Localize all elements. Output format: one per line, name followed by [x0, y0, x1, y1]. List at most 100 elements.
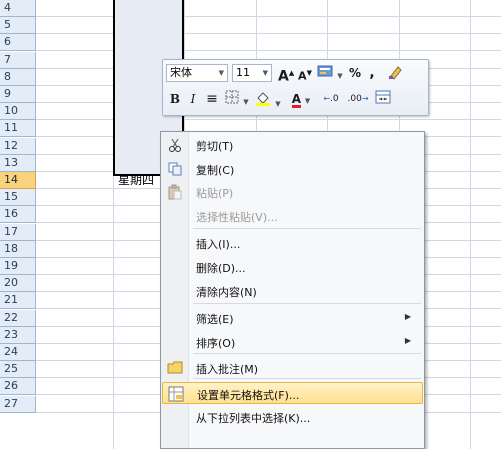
- menu-item[interactable]: 删除(D)...: [162, 256, 423, 278]
- font-name-value: 宋体: [170, 66, 192, 79]
- comma-icon: ,: [369, 65, 375, 81]
- menu-item-label: 选择性粘贴(V)...: [196, 211, 278, 224]
- font-name-combo[interactable]: 宋体 ▼: [166, 64, 228, 82]
- menu-item[interactable]: 插入(I)...: [162, 232, 423, 254]
- row-header[interactable]: 24: [0, 344, 36, 361]
- menu-item[interactable]: 剪切(T): [162, 134, 423, 156]
- context-menu: 剪切(T) 复制(C) 粘贴(P) 选择性粘贴(V)... 插入(I)... 删除(D).…: [160, 131, 425, 449]
- submenu-arrow-icon: ▶: [404, 336, 411, 345]
- row-header[interactable]: 8: [0, 69, 36, 86]
- comma-style-button[interactable]: ,: [366, 64, 378, 82]
- row-header[interactable]: 21: [0, 292, 36, 309]
- shrink-font-icon: A: [298, 69, 307, 83]
- menu-item[interactable]: 从下拉列表中选择(K)...: [162, 406, 423, 428]
- align-center-icon: ≡: [206, 91, 218, 107]
- chevron-down-icon[interactable]: ▼: [263, 65, 268, 81]
- chevron-down-icon[interactable]: ▼: [337, 72, 342, 80]
- format-painter-button[interactable]: [386, 64, 404, 82]
- shrink-font-button[interactable]: A▼: [297, 64, 313, 83]
- percent-style-button[interactable]: %: [348, 64, 362, 82]
- fill-color-icon: [256, 92, 271, 106]
- row-header[interactable]: 17: [0, 224, 36, 241]
- merge-cells-icon: [375, 90, 391, 104]
- font-color-button[interactable]: A ▼: [287, 90, 315, 108]
- row-header[interactable]: 6: [0, 34, 36, 51]
- bold-button[interactable]: B: [168, 90, 182, 108]
- row-header[interactable]: 12: [0, 138, 36, 155]
- row-header[interactable]: 19: [0, 258, 36, 275]
- format-painter-icon: [389, 66, 402, 80]
- font-color-icon: A: [291, 92, 302, 108]
- chevron-down-icon[interactable]: ▼: [305, 97, 310, 105]
- menu-item[interactable]: 筛选(E) ▶: [162, 307, 423, 329]
- format-cells-icon: [168, 386, 184, 402]
- row-header[interactable]: 4: [0, 0, 36, 17]
- borders-icon: [225, 90, 239, 104]
- row-gridline: [36, 16, 501, 17]
- format-style-icon: [317, 65, 333, 77]
- row-header[interactable]: 22: [0, 310, 36, 327]
- chevron-down-icon[interactable]: ▼: [243, 98, 248, 106]
- merge-center-button[interactable]: [374, 90, 392, 108]
- menu-item-label: 复制(C): [196, 164, 235, 177]
- menu-item-label: 插入批注(M): [196, 363, 259, 376]
- menu-item: 选择性粘贴(V)...: [162, 205, 423, 227]
- mini-toolbar: 宋体 ▼ 11 ▼ A▲ A▼ ▼ % , B I ≡ ▼ ▼ A ▼ ←.0 …: [162, 59, 429, 116]
- row-header[interactable]: 14: [0, 172, 36, 189]
- menu-item-label: 插入(I)...: [196, 238, 241, 251]
- increase-decimal-label: .0: [330, 94, 339, 104]
- format-style-button[interactable]: ▼: [317, 64, 343, 82]
- menu-item[interactable]: 插入批注(M): [162, 357, 423, 379]
- increase-decimal-button[interactable]: ←.0: [320, 90, 342, 108]
- grow-font-icon: A: [278, 68, 289, 85]
- row-header[interactable]: 26: [0, 378, 36, 395]
- center-align-button[interactable]: ≡: [204, 90, 220, 108]
- menu-item[interactable]: 排序(O) ▶: [162, 331, 423, 353]
- paste-icon: [167, 184, 183, 200]
- fill-color-button[interactable]: ▼: [254, 90, 282, 108]
- menu-separator: [193, 303, 421, 304]
- submenu-arrow-icon: ▶: [404, 312, 411, 321]
- row-gridline: [36, 119, 501, 120]
- italic-button[interactable]: I: [186, 90, 200, 108]
- italic-icon: I: [190, 92, 196, 106]
- row-header[interactable]: 9: [0, 86, 36, 103]
- row-header[interactable]: 5: [0, 17, 36, 34]
- grow-font-button[interactable]: A▲: [278, 64, 294, 85]
- menu-item-label: 从下拉列表中选择(K)...: [196, 412, 311, 425]
- arrow-right-icon: →: [361, 94, 369, 103]
- copy-icon: [167, 161, 183, 177]
- row-header[interactable]: 10: [0, 103, 36, 120]
- menu-item-label: 筛选(E): [196, 313, 234, 326]
- row-header[interactable]: 23: [0, 327, 36, 344]
- menu-item-label: 剪切(T): [196, 140, 234, 153]
- chevron-down-icon[interactable]: ▼: [219, 65, 224, 81]
- menu-item[interactable]: 设置单元格格式(F)...: [162, 382, 423, 404]
- menu-item[interactable]: 清除内容(N): [162, 280, 423, 302]
- row-header[interactable]: 15: [0, 189, 36, 206]
- row-gridline: [36, 33, 501, 34]
- menu-item[interactable]: 复制(C): [162, 158, 423, 180]
- menu-item: 粘贴(P): [162, 181, 423, 203]
- row-header[interactable]: 20: [0, 275, 36, 292]
- row-header[interactable]: 18: [0, 241, 36, 258]
- row-header[interactable]: 16: [0, 206, 36, 223]
- comment-icon: [167, 360, 183, 376]
- row-header[interactable]: 25: [0, 361, 36, 378]
- row-gridline: [36, 50, 501, 51]
- row-header[interactable]: 11: [0, 120, 36, 137]
- row-header[interactable]: 13: [0, 155, 36, 172]
- bold-icon: B: [169, 92, 181, 106]
- row-header[interactable]: 7: [0, 52, 36, 69]
- scissors-icon: [167, 137, 183, 153]
- menu-item-label: 设置单元格格式(F)...: [197, 389, 300, 402]
- decrease-decimal-label: .00: [347, 94, 362, 104]
- font-size-combo[interactable]: 11 ▼: [232, 64, 272, 82]
- row-header[interactable]: 27: [0, 396, 36, 413]
- font-size-value: 11: [236, 66, 250, 79]
- menu-item-label: 粘贴(P): [196, 187, 234, 200]
- borders-button[interactable]: ▼: [224, 90, 250, 108]
- chevron-down-icon[interactable]: ▼: [275, 100, 280, 108]
- menu-separator: [193, 353, 421, 354]
- decrease-decimal-button[interactable]: .00→: [346, 90, 370, 108]
